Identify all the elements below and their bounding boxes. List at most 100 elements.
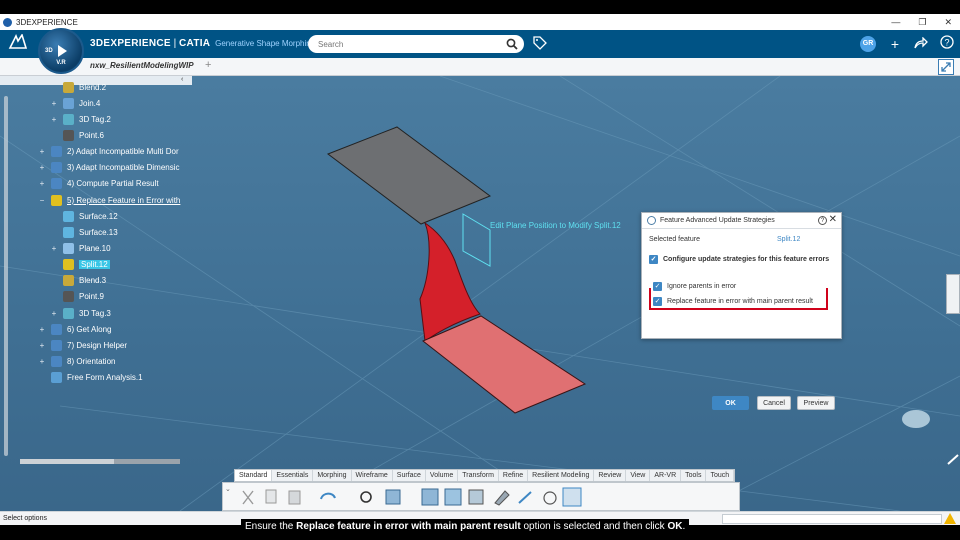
tree-node[interactable]: +4) Compute Partial Result [38, 177, 159, 191]
action-tab[interactable]: Review [594, 470, 627, 481]
blend-icon [63, 81, 74, 93]
tree-node[interactable]: +6) Get Along [38, 322, 111, 336]
tree-expander[interactable]: + [50, 309, 58, 318]
action-tab[interactable]: Volume [426, 470, 459, 481]
configure-strategies-checkbox[interactable]: ✓ Configure update strategies for this f… [649, 255, 829, 264]
compass-button[interactable]: 3D V.R [38, 28, 84, 74]
ds-logo-icon[interactable] [8, 33, 28, 55]
close-icon[interactable]: ✕ [829, 214, 837, 225]
add-icon[interactable]: + [888, 36, 902, 52]
search-input[interactable] [318, 39, 498, 49]
tree-expander[interactable]: + [38, 341, 46, 350]
action-tab[interactable]: Wireframe [352, 470, 393, 481]
window-titlebar: 3DEXPERIENCE — ❐ ✕ [0, 14, 960, 30]
help-icon[interactable]: ? [940, 35, 954, 52]
action-tab[interactable]: Essentials [272, 470, 314, 481]
warning-icon[interactable] [944, 513, 956, 524]
tree-node[interactable]: + Plane.10 [50, 242, 111, 256]
tag-icon[interactable] [533, 36, 547, 53]
ok-button[interactable]: OK [712, 396, 749, 410]
fullscreen-icon[interactable] [938, 59, 954, 75]
caption-middle: option is selected and then click [520, 521, 668, 532]
action-tab[interactable]: Surface [393, 470, 426, 481]
action-tab[interactable]: Resilient Modeling [528, 470, 595, 481]
tree-node[interactable]: − 5) Replace Feature in Error with [38, 193, 180, 207]
tree-node[interactable]: Split.12 [50, 258, 110, 272]
avatar[interactable]: GR [860, 35, 876, 52]
action-tab[interactable]: Touch [706, 470, 735, 481]
tree-node-label: 3D Tag.2 [79, 114, 111, 124]
tree-expander[interactable]: + [50, 99, 58, 108]
minimize-button[interactable]: — [891, 17, 900, 27]
tree-vertical-scrollbar[interactable] [4, 96, 8, 456]
tree-expander[interactable]: − [38, 196, 46, 205]
adapt-icon [51, 356, 62, 368]
tree-node[interactable]: Free Form Analysis.1 [38, 371, 143, 385]
selected-feature-value[interactable]: Split.12 [777, 236, 800, 243]
add-tab-button[interactable]: + [205, 59, 211, 71]
tree-expander[interactable]: + [50, 244, 58, 253]
tree-node[interactable]: + Join.4 [50, 96, 100, 110]
tree-node[interactable]: +3D Tag.2 [50, 112, 111, 126]
search-box[interactable] [308, 35, 524, 53]
tree-node[interactable]: Point.6 [50, 128, 104, 142]
tree-node[interactable]: +3D Tag.3 [50, 306, 111, 320]
replace-feature-checkbox[interactable]: ✓ Replace feature in error with main par… [653, 297, 813, 306]
edit-plane-label[interactable]: Edit Plane Position to Modify Split.12 [490, 221, 621, 230]
help-icon[interactable]: ? [818, 216, 827, 225]
tree-node-label: Point.6 [79, 130, 104, 140]
spec-tree: ‹ Blend.2 + Join.4 +3D Tag.2 Point.6 +2) Adap… [0, 76, 195, 464]
action-tab[interactable]: View [626, 470, 651, 481]
command-input[interactable] [722, 514, 942, 524]
cancel-button[interactable]: Cancel [757, 396, 791, 410]
checkbox-checked-icon[interactable]: ✓ [653, 282, 662, 291]
app-name: Generative Shape Morphing [215, 39, 316, 48]
action-tab[interactable]: Morphing [313, 470, 352, 481]
tree-node[interactable]: Surface.13 [50, 225, 118, 239]
morph-icon-4 [494, 490, 510, 506]
checkbox-checked-icon[interactable]: ✓ [653, 297, 662, 306]
preview-button[interactable]: Preview [797, 396, 835, 410]
tree-expander[interactable]: + [38, 163, 46, 172]
settings-icon [647, 216, 656, 225]
maximize-button[interactable]: ❐ [918, 17, 926, 28]
tree-expander[interactable]: + [38, 147, 46, 156]
tree-node-label: Plane.10 [79, 244, 111, 253]
search-icon[interactable] [506, 38, 518, 50]
checkbox-checked-icon[interactable]: ✓ [649, 255, 658, 264]
action-tab[interactable]: Tools [681, 470, 707, 481]
tree-node[interactable]: +8) Orientation [38, 355, 115, 369]
tab-document[interactable]: nxw_ResilientModelingWIP [90, 61, 194, 70]
tree-node[interactable]: +7) Design Helper [38, 338, 127, 352]
morph-icon-3 [468, 489, 484, 505]
tree-node[interactable]: +3) Adapt Incompatible Dimensic [38, 161, 180, 175]
tree-collapse-button[interactable]: ‹ [181, 76, 183, 83]
document-tabbar: nxw_ResilientModelingWIP + [0, 58, 960, 76]
compute-icon [51, 178, 62, 190]
morph-icon-5 [518, 491, 532, 504]
action-bar-tabs: Standard Essentials Morphing Wireframe Surfa… [234, 469, 736, 482]
tree-expander[interactable]: + [50, 115, 58, 124]
scroll-thumb[interactable] [20, 459, 114, 464]
action-tab[interactable]: AR-VR [650, 470, 682, 481]
action-tab[interactable]: Standard [235, 470, 273, 481]
app-header: 3DEXPERIENCE | CATIA Generative Shape Mo… [0, 30, 960, 58]
action-bar-collapse[interactable]: ⌄ [225, 485, 231, 493]
tree-node[interactable]: +2) Adapt Incompatible Multi Dor [38, 145, 179, 159]
tree-expander[interactable]: + [38, 179, 46, 188]
app-logo-icon [3, 17, 12, 27]
tree-node[interactable]: Blend.2 [50, 80, 106, 94]
share-icon[interactable] [914, 35, 928, 52]
tree-node[interactable]: Blend.3 [50, 274, 106, 288]
tree-horizontal-scrollbar[interactable] [20, 459, 180, 464]
tree-expander[interactable]: + [38, 325, 46, 334]
close-window-button[interactable]: ✕ [944, 17, 952, 28]
side-panel-tabs[interactable] [946, 274, 960, 314]
ignore-parents-checkbox[interactable]: ✓ Ignore parents in error [653, 282, 736, 291]
tree-node[interactable]: Point.9 [50, 290, 104, 304]
action-tab[interactable]: Transform [458, 470, 499, 481]
blend-icon [63, 275, 74, 287]
action-tab[interactable]: Refine [499, 470, 529, 481]
tree-expander[interactable]: + [38, 357, 46, 366]
tree-node[interactable]: Surface.12 [50, 209, 118, 223]
